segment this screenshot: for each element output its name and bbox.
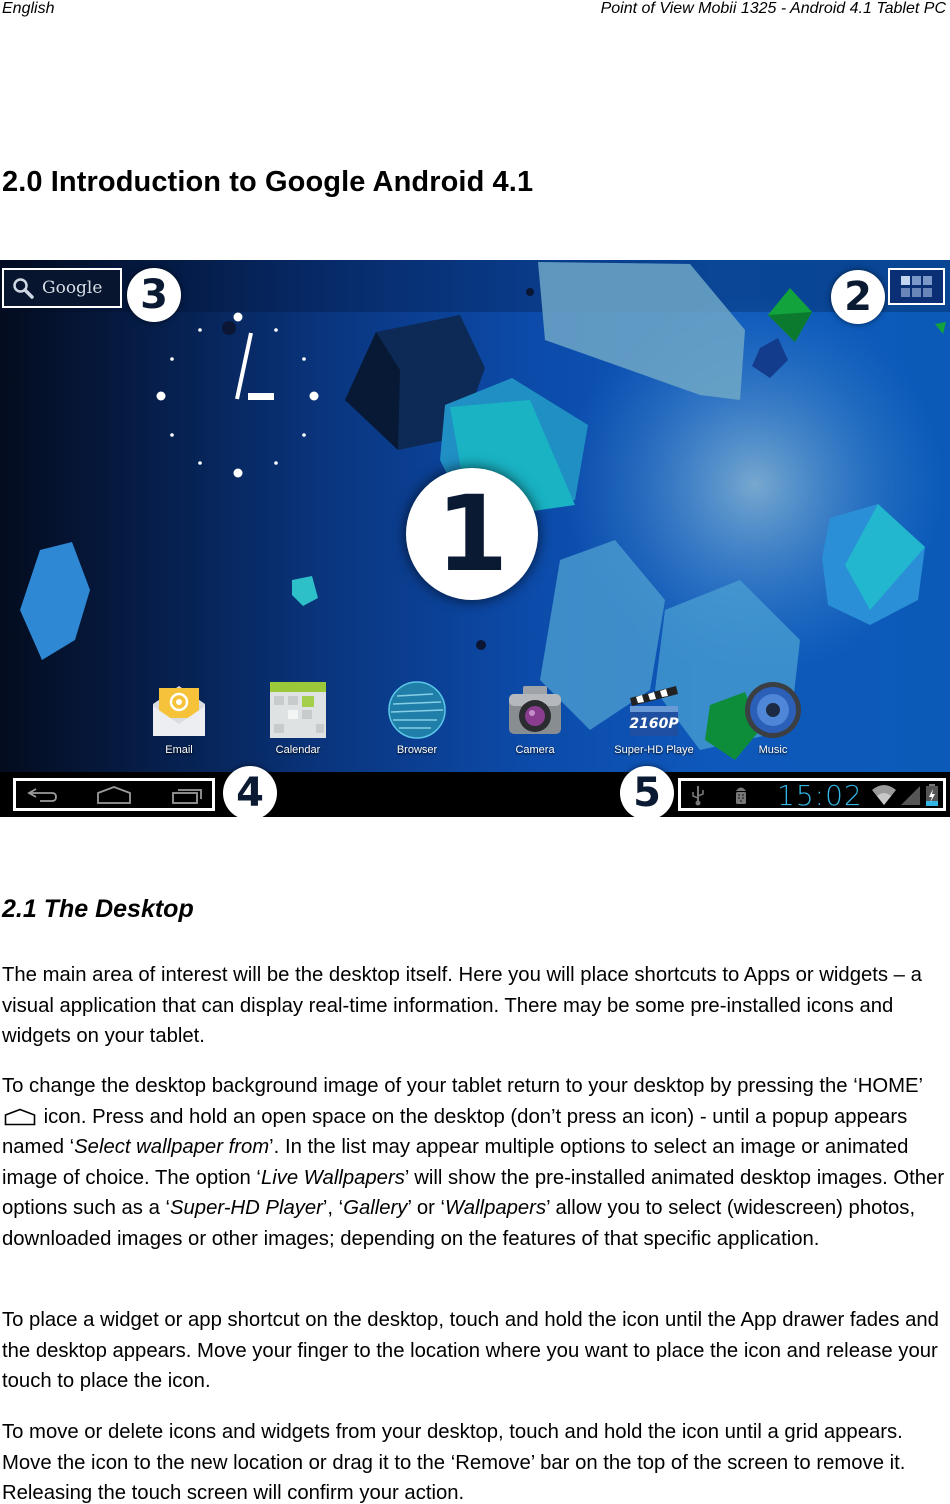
google-search-widget[interactable]: Google xyxy=(4,270,120,306)
battery-charging-icon xyxy=(926,784,938,806)
callout-badge-4: 4 xyxy=(223,766,277,817)
paragraph-change-wallpaper: To change the desktop background image o… xyxy=(2,1071,948,1254)
back-icon[interactable] xyxy=(26,785,60,805)
text-run-italic: Select wallpaper from xyxy=(74,1136,270,1158)
search-widget-label: Google xyxy=(42,278,103,298)
clock-marker-3 xyxy=(309,391,319,401)
home-icon[interactable] xyxy=(96,785,132,805)
dock-app-label: Email xyxy=(165,744,193,756)
clock-marker-12 xyxy=(233,312,243,322)
android-debug-icon xyxy=(736,787,746,804)
callout-highlight-nav-buttons xyxy=(13,778,215,811)
status-bar[interactable]: 15:02 xyxy=(678,778,946,812)
wallpaper-small-gem xyxy=(292,576,318,606)
usb-icon xyxy=(692,786,704,806)
system-navigation-bar: 4 5 15:02 xyxy=(0,766,950,817)
clock-marker xyxy=(170,433,174,437)
paragraph-place-widget: To place a widget or app shortcut on the… xyxy=(2,1309,939,1392)
analog-clock-widget[interactable] xyxy=(156,312,319,478)
paragraph-desktop-intro: The main area of interest will be the de… xyxy=(2,964,922,1047)
wallpaper-tiny-gem xyxy=(935,322,946,334)
section-title: 2.0 Introduction to Google Android 4.1 xyxy=(2,166,534,198)
wifi-icon xyxy=(872,785,896,805)
dock-app-super-hd-player[interactable]: 2160P Super-HD Playe xyxy=(606,680,702,756)
email-icon xyxy=(153,686,205,736)
callout-badge-5: 5 xyxy=(620,766,674,817)
clock-marker xyxy=(170,357,174,361)
text-run: ’ or ‘ xyxy=(407,1197,445,1219)
callout-badge-1: 1 xyxy=(406,468,538,600)
running-header: English Point of View Mobii 1325 - Andro… xyxy=(0,0,950,20)
text-run-italic: Gallery xyxy=(343,1197,408,1219)
android-desktop-screenshot: Google 3 2 1 Email Calendar Browser Came… xyxy=(0,260,950,817)
music-icon xyxy=(745,682,801,738)
video-player-icon-text: 2160P xyxy=(629,716,679,732)
browser-icon xyxy=(388,681,446,739)
wallpaper-blue-slab xyxy=(20,542,90,660)
clock-marker-9 xyxy=(156,391,166,401)
wallpaper-dot xyxy=(476,640,486,650)
video-player-icon: 2160P xyxy=(629,686,679,736)
text-run-italic: Super-HD Player xyxy=(169,1197,323,1219)
subsection-title: 2.1 The Desktop xyxy=(2,895,194,923)
home-icon xyxy=(4,1108,36,1125)
search-icon xyxy=(13,278,34,299)
clock-marker-6 xyxy=(233,468,243,478)
header-language: English xyxy=(2,0,55,17)
dock-app-music[interactable]: Music xyxy=(725,680,821,756)
camera-icon xyxy=(509,686,561,734)
clock-hour-hand xyxy=(248,393,274,400)
dock-app-label: Browser xyxy=(396,744,438,756)
dock-app-label: Super-HD Playe xyxy=(614,744,694,756)
dock-app-label: Music xyxy=(758,744,788,756)
header-product: Point of View Mobii 1325 - Android 4.1 T… xyxy=(600,0,946,17)
clock-marker xyxy=(274,328,278,332)
dock-app-camera[interactable]: Camera xyxy=(487,680,583,756)
dock-app-email[interactable]: Email xyxy=(131,680,227,756)
all-apps-button[interactable] xyxy=(890,270,943,303)
dock-app-browser[interactable]: Browser xyxy=(369,680,465,756)
clock-marker xyxy=(302,433,306,437)
dock-app-calendar[interactable]: Calendar xyxy=(250,680,346,756)
clock-marker xyxy=(302,357,306,361)
calendar-icon xyxy=(270,682,326,738)
text-run: To change the desktop background image o… xyxy=(2,1075,923,1097)
dock-app-label: Calendar xyxy=(275,744,321,756)
callout-badge-2: 2 xyxy=(831,270,885,324)
wallpaper-dot xyxy=(222,321,236,335)
text-run: ’, ‘ xyxy=(322,1197,344,1219)
text-run-italic: Live Wallpapers xyxy=(260,1166,405,1189)
clock-marker xyxy=(274,461,278,465)
wallpaper-dot xyxy=(526,288,534,296)
status-clock: 15:02 xyxy=(777,779,863,812)
dock-app-label: Camera xyxy=(515,744,555,756)
paragraph-move-delete: To move or delete icons and widgets from… xyxy=(2,1421,906,1504)
clock-marker xyxy=(198,328,202,332)
recent-apps-icon[interactable] xyxy=(171,785,205,805)
signal-icon xyxy=(901,786,920,805)
clock-marker xyxy=(198,461,202,465)
text-run-italic: Wallpapers xyxy=(445,1197,547,1219)
clock-minute-hand xyxy=(235,332,253,400)
callout-badge-3: 3 xyxy=(127,268,181,322)
apps-grid-icon xyxy=(900,275,932,297)
